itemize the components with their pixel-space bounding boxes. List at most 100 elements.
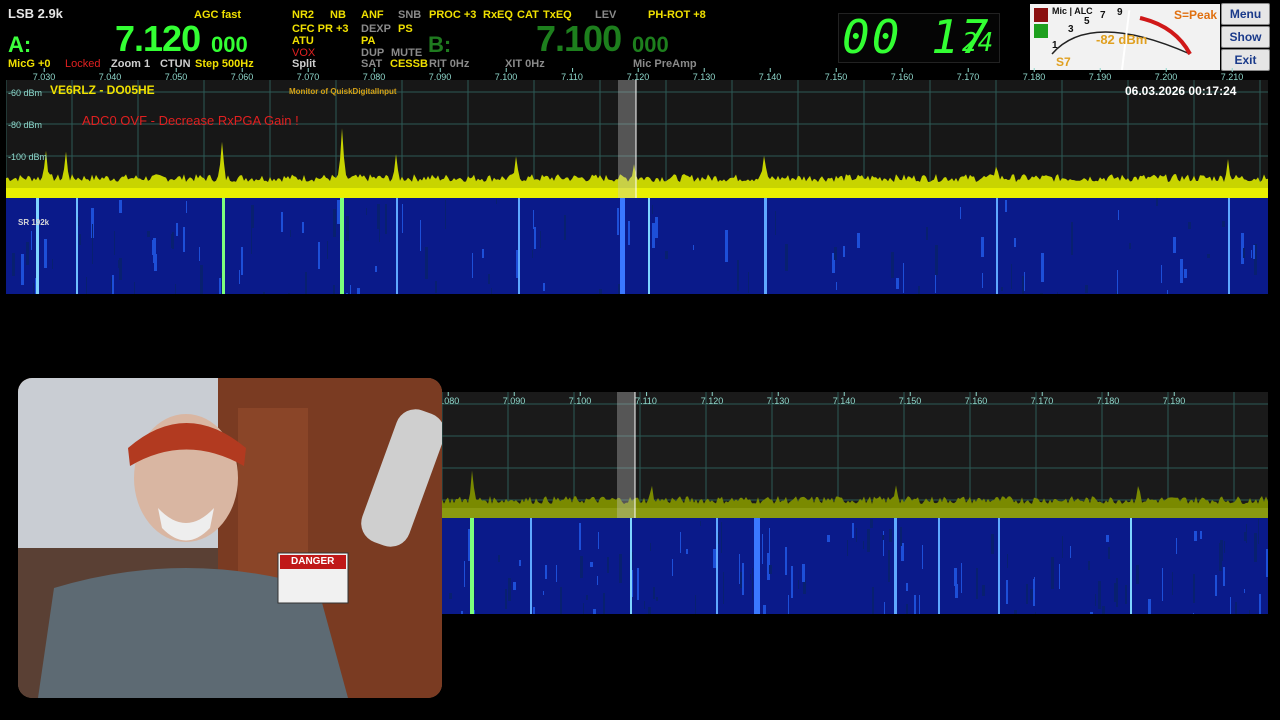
waterfall-signal-trace — [754, 518, 760, 614]
waterfall-speckle — [843, 246, 845, 257]
waterfall-speckle — [1006, 580, 1008, 604]
scale-tick: 7.090 — [502, 392, 526, 406]
zoom-readout[interactable]: Zoom 1 — [111, 58, 150, 70]
meter-mode[interactable]: S=Peak — [1174, 8, 1217, 22]
frequency-scale-bottom[interactable]: 7.0707.0807.0907.1007.1107.1207.1307.140… — [371, 392, 1268, 406]
waterfall-speckle — [1251, 250, 1252, 258]
waterfall-speckle — [118, 260, 120, 268]
waterfall-background — [442, 518, 1268, 614]
flag-sat[interactable]: SAT — [361, 58, 382, 70]
waterfall-speckle — [1007, 554, 1008, 568]
waterfall-speckle — [1070, 546, 1071, 558]
waterfall-speckle — [769, 528, 770, 559]
scale-tick: 7.120 — [700, 392, 724, 406]
meter-scale-7: 7 — [1100, 10, 1106, 21]
waterfall-speckle — [954, 568, 957, 586]
waterfall-speckle — [1180, 259, 1183, 283]
flag-nb[interactable]: NB — [330, 9, 346, 21]
vfo-b-frequency[interactable]: 7.100 — [536, 18, 622, 60]
waterfall-speckle — [737, 260, 739, 291]
waterfall-speckle — [763, 605, 766, 614]
flag-anf[interactable]: ANF — [361, 9, 384, 21]
waterfall-speckle — [695, 595, 696, 614]
waterfall-speckle — [513, 582, 516, 590]
waterfall-speckle — [1167, 290, 1168, 294]
vfo-a-frequency-hz[interactable]: 000 — [211, 32, 248, 58]
vfo-b-frequency-hz[interactable]: 000 — [632, 32, 669, 58]
spectrum-top[interactable] — [6, 80, 1268, 198]
step-readout[interactable]: Step 500Hz — [195, 58, 254, 70]
waterfall-speckle — [1193, 574, 1195, 603]
waterfall-speckle — [482, 249, 484, 258]
waterfall-speckle — [961, 563, 962, 593]
waterfall-bottom-canvas[interactable] — [442, 518, 1268, 614]
waterfall-speckle — [221, 273, 222, 277]
waterfall-top-canvas[interactable] — [6, 198, 1268, 294]
waterfall-speckle — [598, 532, 599, 549]
flag-cessb[interactable]: CESSB — [390, 58, 428, 70]
waterfall-speckle — [219, 278, 221, 294]
locked-indicator[interactable]: Locked — [65, 58, 100, 70]
waterfall-speckle — [533, 210, 534, 229]
waterfall-speckle — [867, 529, 870, 552]
waterfall-speckle — [44, 239, 47, 268]
waterfall-speckle — [357, 288, 360, 294]
flag-split[interactable]: Split — [292, 58, 316, 70]
rx-filter-passband[interactable] — [617, 392, 635, 518]
s-meter[interactable]: Mic | ALC 1 3 5 7 9 S=Peak -82 dBm S7 — [1030, 4, 1220, 71]
waterfall-speckle — [1184, 269, 1187, 278]
waterfall-speckle — [290, 230, 291, 237]
waterfall-speckle — [1051, 557, 1054, 589]
agc-readout[interactable]: AGC fast — [194, 9, 241, 21]
waterfall-speckle — [652, 205, 653, 214]
waterfall-speckle — [1106, 535, 1109, 542]
frequency-scale-top[interactable]: 7.030 7.040 7.050 7.060 7.070 7.080 7.090 7.100… — [6, 68, 1268, 82]
flag-dexp[interactable]: DEXP — [361, 23, 391, 35]
waterfall-speckle — [847, 540, 848, 556]
mic-preamp-readout[interactable]: Mic PreAmp — [633, 58, 697, 70]
waterfall-speckle — [516, 250, 518, 278]
waterfall-speckle — [721, 522, 722, 553]
waterfall-speckle — [723, 572, 724, 604]
flag-nr2[interactable]: NR2 — [292, 9, 314, 21]
adc-overflow-warning: ADC0 OVF - Decrease RxPGA Gain ! — [82, 113, 299, 128]
panadapter-top[interactable] — [6, 80, 1268, 198]
waterfall-speckle — [1223, 567, 1225, 586]
flag-snb[interactable]: SNB — [398, 9, 421, 21]
waterfall-speckle — [1014, 238, 1016, 247]
waterfall-signal-trace — [470, 518, 474, 614]
waterfall-speckle — [922, 545, 923, 569]
waterfall-speckle — [251, 205, 254, 228]
spectrum-bottom[interactable] — [442, 392, 1268, 518]
show-button[interactable]: Show — [1221, 26, 1270, 48]
vfo-a-frequency[interactable]: 7.120 — [115, 18, 201, 60]
waterfall-speckle — [491, 288, 492, 294]
waterfall-bottom[interactable] — [442, 518, 1268, 614]
rx-filter-passband[interactable] — [618, 80, 636, 198]
mode-readout[interactable]: LSB 2.9k — [8, 6, 63, 21]
exit-button[interactable]: Exit — [1221, 49, 1270, 71]
flag-cfc[interactable]: CFC PR +3 — [292, 23, 349, 35]
flag-ph-rot[interactable]: PH-ROT +8 — [648, 9, 706, 21]
waterfall-speckle — [863, 541, 864, 549]
waterfall-speckle — [906, 604, 908, 614]
waterfall-speckle — [21, 254, 24, 285]
flag-rxeq[interactable]: RxEQ — [483, 9, 513, 21]
waterfall-speckle — [1102, 606, 1105, 614]
waterfall-speckle — [1062, 536, 1063, 558]
panadapter-bottom[interactable] — [442, 392, 1268, 518]
flag-atu[interactable]: ATU — [292, 35, 314, 47]
flag-ps[interactable]: PS — [398, 23, 413, 35]
waterfall-signal-trace — [530, 518, 532, 614]
waterfall-speckle — [496, 199, 497, 204]
rit-readout[interactable]: RIT 0Hz — [429, 58, 469, 70]
scale-tick: 7.180 — [1096, 392, 1120, 406]
menu-button[interactable]: Menu — [1221, 3, 1270, 25]
waterfall-speckle — [742, 563, 744, 595]
flag-proc[interactable]: PROC +3 — [429, 9, 476, 21]
waterfall-speckle — [35, 278, 36, 294]
waterfall-top[interactable] — [6, 198, 1268, 294]
waterfall-speckle — [532, 250, 533, 258]
webcam-overlay: DANGER — [18, 378, 442, 698]
flag-pa[interactable]: PA — [361, 35, 375, 47]
